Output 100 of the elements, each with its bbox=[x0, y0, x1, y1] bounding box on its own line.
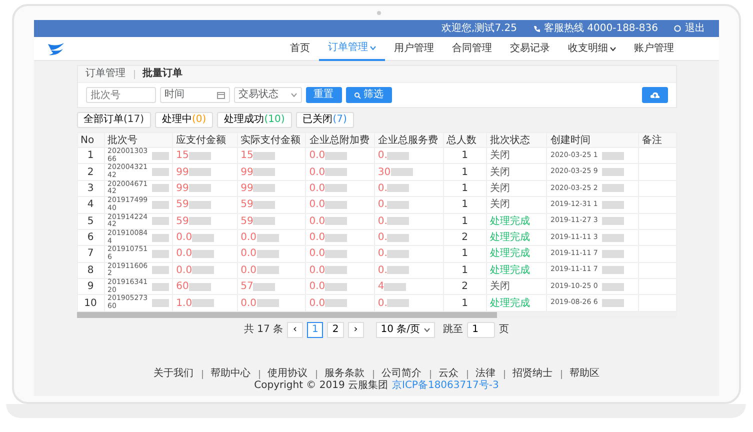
redaction-block bbox=[152, 217, 170, 226]
tab-count: (10) bbox=[264, 114, 285, 125]
amount-text: 0.0 bbox=[309, 248, 326, 260]
footer-link[interactable]: 使用协议 bbox=[268, 368, 308, 380]
nav-tab[interactable]: 首页 bbox=[281, 36, 319, 60]
redaction-block bbox=[253, 217, 276, 226]
status-text: 关闭 bbox=[486, 196, 547, 213]
redaction-block bbox=[253, 282, 276, 291]
status-tab[interactable]: 全部订单(17) bbox=[76, 112, 152, 128]
upload-button[interactable] bbox=[642, 87, 668, 103]
cloud-upload-icon bbox=[650, 91, 660, 99]
breadcrumb-item: 批量订单 bbox=[142, 68, 182, 80]
status-tab[interactable]: 已关闭(7) bbox=[296, 112, 354, 128]
redaction-block bbox=[387, 250, 410, 258]
nav-tab[interactable]: 收支明细 bbox=[559, 36, 625, 60]
status-text: 处理完成 bbox=[486, 229, 547, 246]
status-tab[interactable]: 处理成功(10) bbox=[217, 112, 292, 128]
status-select[interactable]: 交易状态 bbox=[234, 87, 302, 103]
amount-text: 0. bbox=[378, 298, 388, 309]
table-cell: 10 bbox=[77, 294, 104, 312]
table-cell: 4 bbox=[77, 196, 104, 213]
nav-tab[interactable]: 用户管理 bbox=[385, 36, 443, 60]
amount-text: 0. bbox=[378, 199, 388, 210]
redaction-block bbox=[387, 266, 410, 274]
column-header: 应支付金额 bbox=[172, 132, 238, 148]
amount-text: 59 bbox=[176, 199, 189, 210]
redaction-block bbox=[384, 282, 406, 291]
logout-link[interactable]: 退出 bbox=[674, 22, 705, 34]
redaction-block bbox=[325, 168, 348, 176]
amount-text: 0.0 bbox=[309, 264, 326, 276]
column-header: No bbox=[77, 132, 104, 148]
table-cell: 1 bbox=[443, 246, 487, 262]
amount-text: 0.0 bbox=[240, 264, 257, 276]
redaction-block bbox=[188, 168, 211, 176]
footer-link[interactable]: 法律 bbox=[476, 368, 496, 380]
next-page-button[interactable]: › bbox=[348, 322, 364, 338]
redaction-block bbox=[192, 299, 214, 308]
page-size-select[interactable]: 10 条/页 bbox=[376, 322, 436, 338]
amount-text: 59 bbox=[240, 216, 254, 227]
amount-text: 0.0 bbox=[309, 150, 326, 162]
redaction-block bbox=[256, 266, 279, 274]
hotline-text: 客服热线 4000-188-836 bbox=[544, 22, 658, 34]
breadcrumb-item[interactable]: 订单管理 bbox=[86, 68, 126, 80]
table-cell: 6 bbox=[77, 229, 104, 246]
page-input[interactable]: 1 bbox=[467, 322, 496, 338]
batch-field[interactable]: 批次号 bbox=[86, 87, 156, 103]
amount-text: 0.0 bbox=[309, 232, 326, 244]
table-cell: 1 bbox=[443, 213, 487, 230]
footer-link[interactable]: 帮助区 bbox=[570, 368, 600, 380]
column-header: 创建时间 bbox=[546, 132, 638, 148]
redaction-block bbox=[188, 152, 211, 160]
footer-link[interactable]: 关于我们 bbox=[154, 368, 194, 380]
redaction-block bbox=[325, 217, 348, 226]
status-text: 关闭 bbox=[486, 148, 547, 164]
table-cell: 9 bbox=[77, 278, 104, 295]
prev-page-button[interactable]: ‹ bbox=[287, 322, 304, 338]
redaction-block bbox=[325, 266, 348, 274]
redaction-block bbox=[256, 234, 279, 242]
footer-link[interactable]: 招贤纳士 bbox=[512, 368, 552, 380]
amount-text: 0.0 bbox=[309, 298, 326, 309]
amount-text: 0. bbox=[378, 232, 388, 244]
amount-text: 0.0 bbox=[309, 199, 326, 210]
phone-icon bbox=[532, 25, 540, 32]
redaction-block bbox=[188, 184, 211, 192]
footer-link[interactable]: 云众 bbox=[438, 368, 458, 380]
redaction-block bbox=[152, 184, 170, 192]
redaction-block bbox=[325, 299, 348, 308]
nav-tab[interactable]: 合同管理 bbox=[443, 36, 501, 60]
footer-link[interactable]: 帮助中心 bbox=[210, 368, 250, 380]
redaction-block bbox=[387, 184, 410, 192]
table-cell: 2 bbox=[443, 229, 487, 246]
amount-text: 0.0 bbox=[240, 298, 257, 309]
redaction-block bbox=[602, 299, 624, 308]
redaction-block bbox=[192, 266, 214, 274]
footer-link[interactable]: 服务条款 bbox=[324, 368, 364, 380]
nav-tab[interactable]: 账户管理 bbox=[625, 36, 683, 60]
calendar-icon bbox=[216, 91, 224, 99]
column-header: 批次号 bbox=[104, 132, 173, 148]
redaction-block bbox=[325, 234, 348, 242]
amount-text: 0. bbox=[378, 216, 388, 227]
page-suffix: 页 bbox=[499, 324, 510, 336]
redaction-block bbox=[390, 168, 413, 176]
amount-text: 0.0 bbox=[309, 216, 326, 227]
camera-icon bbox=[376, 11, 380, 15]
footer-link[interactable]: 公司简介 bbox=[382, 368, 422, 380]
amount-text: 60 bbox=[176, 281, 189, 292]
status-tab[interactable]: 处理中(0) bbox=[155, 112, 214, 128]
amount-text: 59 bbox=[240, 199, 254, 210]
total-count: 共 17 条 bbox=[244, 324, 284, 336]
power-icon bbox=[674, 25, 681, 32]
page-button[interactable]: 2 bbox=[327, 322, 344, 338]
nav-tab[interactable]: 交易记录 bbox=[501, 36, 559, 60]
caret-icon bbox=[424, 328, 430, 332]
redaction-block bbox=[256, 299, 279, 308]
table-cell: 1 bbox=[443, 262, 487, 278]
table-cell: 1 bbox=[443, 196, 487, 213]
date-field[interactable]: 时间 bbox=[160, 87, 230, 103]
table-cell: 1 bbox=[443, 148, 487, 164]
redaction-block bbox=[152, 200, 170, 209]
table-cell: 1 bbox=[443, 164, 487, 180]
